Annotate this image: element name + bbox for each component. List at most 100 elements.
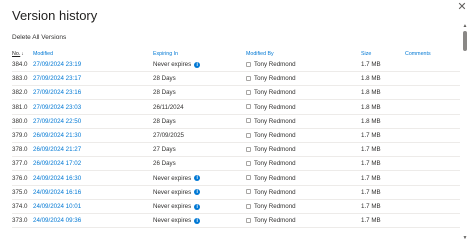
checkbox-icon[interactable] (246, 146, 251, 152)
version-expiring-in: 27 Days (153, 146, 176, 153)
version-size: 1.7 MB (361, 188, 381, 196)
version-number: 374.0 (12, 203, 28, 210)
checkbox-icon[interactable] (246, 217, 251, 223)
version-row[interactable]: 381.0 27/09/2024 23:03 26/11/2024 Tony Redm… (0, 101, 462, 115)
scrollbar[interactable]: ▲ ▼ (462, 23, 468, 241)
modified-by-name: Tony Redmond (254, 203, 296, 210)
delete-all-versions-link[interactable]: Delete All Versions (12, 34, 66, 41)
version-expiring-in: Never expires i (153, 217, 201, 225)
version-row[interactable]: 374.0 24/09/2024 10:01 Never expires i Tony … (0, 200, 462, 214)
checkbox-icon[interactable] (246, 175, 251, 181)
version-number: 376.0 (12, 174, 28, 182)
version-modified-link[interactable]: 24/09/2024 10:01 (33, 203, 81, 210)
information-circle-icon[interactable]: i (194, 189, 201, 196)
expiring-in-label: 26 Days (153, 160, 176, 168)
expiring-in-label: 28 Days (153, 117, 176, 125)
version-row[interactable]: 378.0 26/09/2024 21:27 27 Days Tony Redmond… (0, 143, 462, 158)
version-expiring-in: Never expires i (153, 175, 201, 182)
modified-by-name: Tony Redmond (254, 75, 296, 83)
version-row[interactable]: 384.0 27/09/2024 23:19 Never expires i Tony … (0, 58, 462, 72)
version-modified-link[interactable]: 24/09/2024 16:16 (33, 189, 81, 196)
column-header-modified-by[interactable]: Modified By (246, 51, 274, 57)
version-row[interactable]: 373.0 24/09/2024 09:36 Never expires i Tony … (0, 214, 462, 229)
column-header-comments[interactable]: Comments (405, 51, 431, 57)
version-modified-link[interactable]: 26/09/2024 17:02 (33, 160, 81, 167)
version-modified-link[interactable]: 27/09/2024 23:03 (33, 104, 81, 111)
expiring-in-label: Never expires (153, 188, 192, 196)
version-modified-link[interactable]: 27/09/2024 23:16 (33, 89, 81, 96)
version-expiring-in: 28 Days (153, 89, 176, 96)
expiring-in-label: 27 Days (153, 146, 176, 154)
column-header-modified[interactable]: Modified (33, 51, 53, 57)
column-header-no[interactable]: No.↓ (12, 51, 24, 57)
checkbox-icon[interactable] (246, 189, 251, 195)
version-modified-link[interactable]: 24/09/2024 16:30 (33, 175, 81, 182)
checkbox-icon[interactable] (246, 61, 251, 67)
version-modified-by: Tony Redmond (246, 146, 296, 153)
version-row[interactable]: 376.0 24/09/2024 16:30 Never expires i Tony … (0, 172, 462, 186)
version-expiring-in: 28 Days (153, 75, 176, 82)
version-number: 375.0 (12, 188, 28, 196)
version-modified-link[interactable]: 27/09/2024 23:19 (33, 61, 81, 68)
version-number: 379.0 (12, 132, 28, 139)
version-size: 1.8 MB (361, 117, 381, 125)
scrollbar-thumb[interactable] (463, 31, 467, 51)
information-circle-icon[interactable]: i (194, 217, 201, 224)
version-row[interactable]: 379.0 26/09/2024 21:30 27/09/2025 Tony Redm… (0, 129, 462, 143)
checkbox-icon[interactable] (246, 160, 251, 166)
version-size: 1.7 MB (361, 132, 381, 139)
version-modified-link[interactable]: 27/09/2024 22:50 (33, 118, 81, 125)
expiring-in-label: Never expires (153, 203, 192, 210)
version-row[interactable]: 380.0 27/09/2024 22:50 28 Days Tony Redmond… (0, 115, 462, 129)
version-number: 378.0 (12, 146, 28, 154)
version-expiring-in: Never expires i (153, 188, 201, 196)
version-modified-link[interactable]: 24/09/2024 09:36 (33, 217, 81, 224)
version-row[interactable]: 375.0 24/09/2024 16:16 Never expires i Tony … (0, 186, 462, 200)
version-expiring-in: 28 Days (153, 118, 176, 125)
scroll-up-icon[interactable]: ▲ (462, 23, 468, 29)
modified-by-name: Tony Redmond (254, 89, 296, 97)
checkbox-icon[interactable] (246, 104, 251, 110)
scroll-down-icon[interactable]: ▼ (462, 235, 468, 241)
checkbox-icon[interactable] (246, 75, 251, 81)
checkbox-icon[interactable] (246, 203, 251, 209)
version-number: 377.0 (12, 160, 28, 168)
information-circle-icon[interactable]: i (194, 203, 201, 210)
version-size: 1.7 MB (361, 174, 381, 182)
modified-by-name: Tony Redmond (254, 103, 296, 111)
version-modified-link[interactable]: 27/09/2024 23:17 (33, 75, 81, 82)
version-expiring-in: 27/09/2025 (153, 132, 184, 139)
version-size: 1.8 MB (361, 75, 381, 83)
modified-by-name: Tony Redmond (254, 160, 296, 168)
version-modified-by: Tony Redmond (246, 203, 296, 210)
version-size: 1.7 MB (361, 217, 381, 225)
expiring-in-label: Never expires (153, 217, 192, 225)
version-number: 382.0 (12, 89, 28, 97)
checkbox-icon[interactable] (246, 132, 251, 138)
version-size: 1.8 MB (361, 103, 381, 111)
checkbox-icon[interactable] (246, 118, 251, 124)
version-modified-by: Tony Redmond (246, 160, 296, 167)
close-icon[interactable]: ✕ (456, 1, 468, 13)
version-size: 1.8 MB (361, 89, 381, 97)
version-row[interactable]: 382.0 27/09/2024 23:16 28 Days Tony Redmond… (0, 86, 462, 101)
version-expiring-in: 26 Days (153, 160, 176, 167)
modified-by-name: Tony Redmond (254, 188, 296, 196)
information-circle-icon[interactable]: i (194, 61, 201, 68)
version-modified-by: Tony Redmond (246, 61, 296, 68)
checkbox-icon[interactable] (246, 89, 251, 95)
version-row[interactable]: 377.0 26/09/2024 17:02 26 Days Tony Redmond… (0, 157, 462, 172)
version-modified-link[interactable]: 26/09/2024 21:30 (33, 132, 81, 139)
version-number: 384.0 (12, 61, 28, 68)
modified-by-name: Tony Redmond (254, 132, 296, 139)
version-modified-link[interactable]: 26/09/2024 21:27 (33, 146, 81, 153)
sort-descending-icon: ↓ (21, 51, 24, 57)
version-modified-by: Tony Redmond (246, 217, 296, 224)
version-modified-by: Tony Redmond (246, 89, 296, 96)
version-size: 1.7 MB (361, 146, 381, 154)
information-circle-icon[interactable]: i (194, 175, 201, 182)
row-divider (12, 227, 460, 229)
column-header-expiring-in[interactable]: Expiring In (153, 51, 178, 57)
column-header-size[interactable]: Size (361, 51, 371, 57)
version-row[interactable]: 383.0 27/09/2024 23:17 28 Days Tony Redmond… (0, 72, 462, 87)
